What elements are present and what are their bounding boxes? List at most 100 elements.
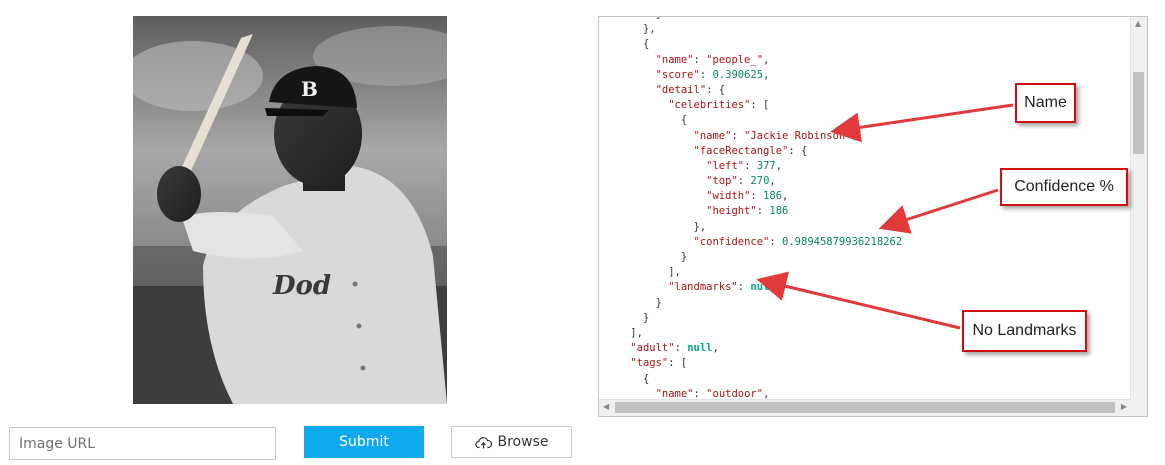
json-result-panel[interactable]: } }, { "name": "people_", "score": 0.390… [598, 16, 1148, 417]
json-token: 186 [763, 190, 783, 203]
json-line: } [605, 311, 902, 326]
json-token: "faceRectangle" [693, 144, 789, 157]
json-token: 186 [769, 205, 789, 218]
browse-label: Browse [497, 434, 549, 450]
json-token: "landmarks" [668, 281, 738, 294]
json-token: "celebrities" [668, 99, 751, 112]
json-token: , [851, 129, 858, 142]
json-token: } [655, 296, 662, 309]
scroll-up-arrow-icon[interactable]: ▲ [1135, 19, 1141, 28]
json-line: "score": 0.390625, [605, 68, 902, 83]
json-token: "height" [706, 205, 757, 218]
json-line: } [605, 250, 902, 265]
json-token: : [737, 175, 751, 188]
json-token: : [744, 159, 757, 172]
json-token: , [763, 53, 770, 66]
json-token: "name" [655, 53, 694, 66]
celebrity-photo: B Dod [133, 16, 447, 404]
json-line: { [605, 37, 902, 52]
json-token: , [763, 68, 770, 81]
json-token: "detail" [655, 83, 707, 96]
json-line: ], [605, 326, 902, 341]
json-line: "celebrities": [ [605, 98, 902, 113]
json-token: , [769, 175, 776, 188]
json-token: , [763, 387, 770, 400]
image-url-input[interactable] [9, 427, 276, 460]
json-token: "Jackie Robinson" [744, 129, 852, 142]
json-line: "top": 270, [605, 174, 902, 189]
browse-button[interactable]: Browse [451, 426, 572, 458]
json-token: : [693, 53, 707, 66]
json-token: "confidence" [693, 235, 770, 248]
json-line: "name": "people_", [605, 53, 902, 68]
jersey-lettering: Dod [272, 271, 331, 301]
callout-confidence: Confidence % [1000, 168, 1128, 206]
json-line: ], [605, 265, 902, 280]
json-token: } [656, 17, 662, 20]
vertical-scrollbar[interactable]: ▲ [1130, 17, 1147, 401]
json-token: : { [788, 144, 808, 157]
submit-button[interactable]: Submit [304, 426, 424, 458]
json-line: }, [605, 22, 902, 37]
json-token: { [680, 114, 688, 127]
json-token: : [674, 342, 688, 355]
json-token: null [750, 281, 776, 294]
baseball-player-image: B Dod [133, 16, 447, 404]
json-token: "name" [693, 129, 732, 142]
json-line: "confidence": 0.98945879936218262 [605, 235, 903, 250]
json-line: "width": 186, [605, 189, 902, 204]
json-token: "adult" [630, 342, 675, 355]
cloud-upload-icon [474, 436, 492, 448]
json-token: "left" [706, 159, 745, 172]
json-token: : [750, 190, 764, 203]
json-token: "outdoor" [706, 387, 764, 400]
json-token: : [769, 235, 783, 248]
callout-name: Name [1015, 83, 1076, 123]
json-token: 377 [756, 159, 776, 172]
json-line: "tags": [ [605, 356, 902, 371]
json-token: "width" [706, 190, 751, 203]
scroll-right-arrow-icon[interactable]: ▶ [1121, 402, 1127, 411]
json-token: : [731, 129, 745, 142]
json-line: "landmarks": null [605, 280, 902, 295]
json-line: "name": "Jackie Robinson", [605, 129, 902, 144]
horizontal-scrollbar[interactable]: ◀ ▶ [599, 399, 1131, 416]
horizontal-scroll-thumb[interactable] [615, 402, 1115, 413]
scroll-left-arrow-icon[interactable]: ◀ [603, 402, 609, 411]
json-line: { [605, 372, 902, 387]
cap-letter: B [301, 77, 318, 101]
json-line: "height": 186 [605, 204, 902, 219]
json-token: ], [668, 266, 681, 279]
json-line: }, [605, 220, 902, 235]
json-line: "left": 377, [605, 159, 902, 174]
json-token: , [712, 342, 719, 355]
json-token: 270 [750, 175, 770, 188]
json-token: 0.390625 [712, 68, 764, 81]
json-token: : [ [668, 357, 688, 370]
json-output: } }, { "name": "people_", "score": 0.390… [605, 17, 903, 416]
json-token: : [693, 387, 707, 400]
json-token: } [642, 311, 650, 324]
json-token: } [680, 251, 688, 263]
json-token: ], [630, 326, 643, 339]
json-token: "people_" [706, 53, 764, 66]
json-token: : [737, 281, 751, 294]
json-token: : [756, 205, 770, 218]
json-line: "detail": { [605, 83, 902, 98]
json-token: : [ [750, 99, 770, 112]
json-token: "tags" [630, 357, 669, 370]
callout-no-landmarks: No Landmarks [962, 310, 1087, 352]
json-token: }, [642, 23, 656, 36]
json-token: , [775, 159, 783, 172]
json-token: null [687, 342, 713, 355]
json-token: "top" [706, 175, 738, 188]
json-token: : { [706, 83, 726, 96]
json-token: , [782, 190, 789, 203]
json-line: { [605, 113, 902, 128]
json-line: "faceRectangle": { [605, 144, 902, 159]
json-token: : [699, 68, 713, 81]
json-token: { [642, 372, 650, 385]
json-line: } [605, 296, 902, 311]
vertical-scroll-thumb[interactable] [1133, 72, 1144, 154]
scrollbar-corner [1131, 400, 1147, 416]
